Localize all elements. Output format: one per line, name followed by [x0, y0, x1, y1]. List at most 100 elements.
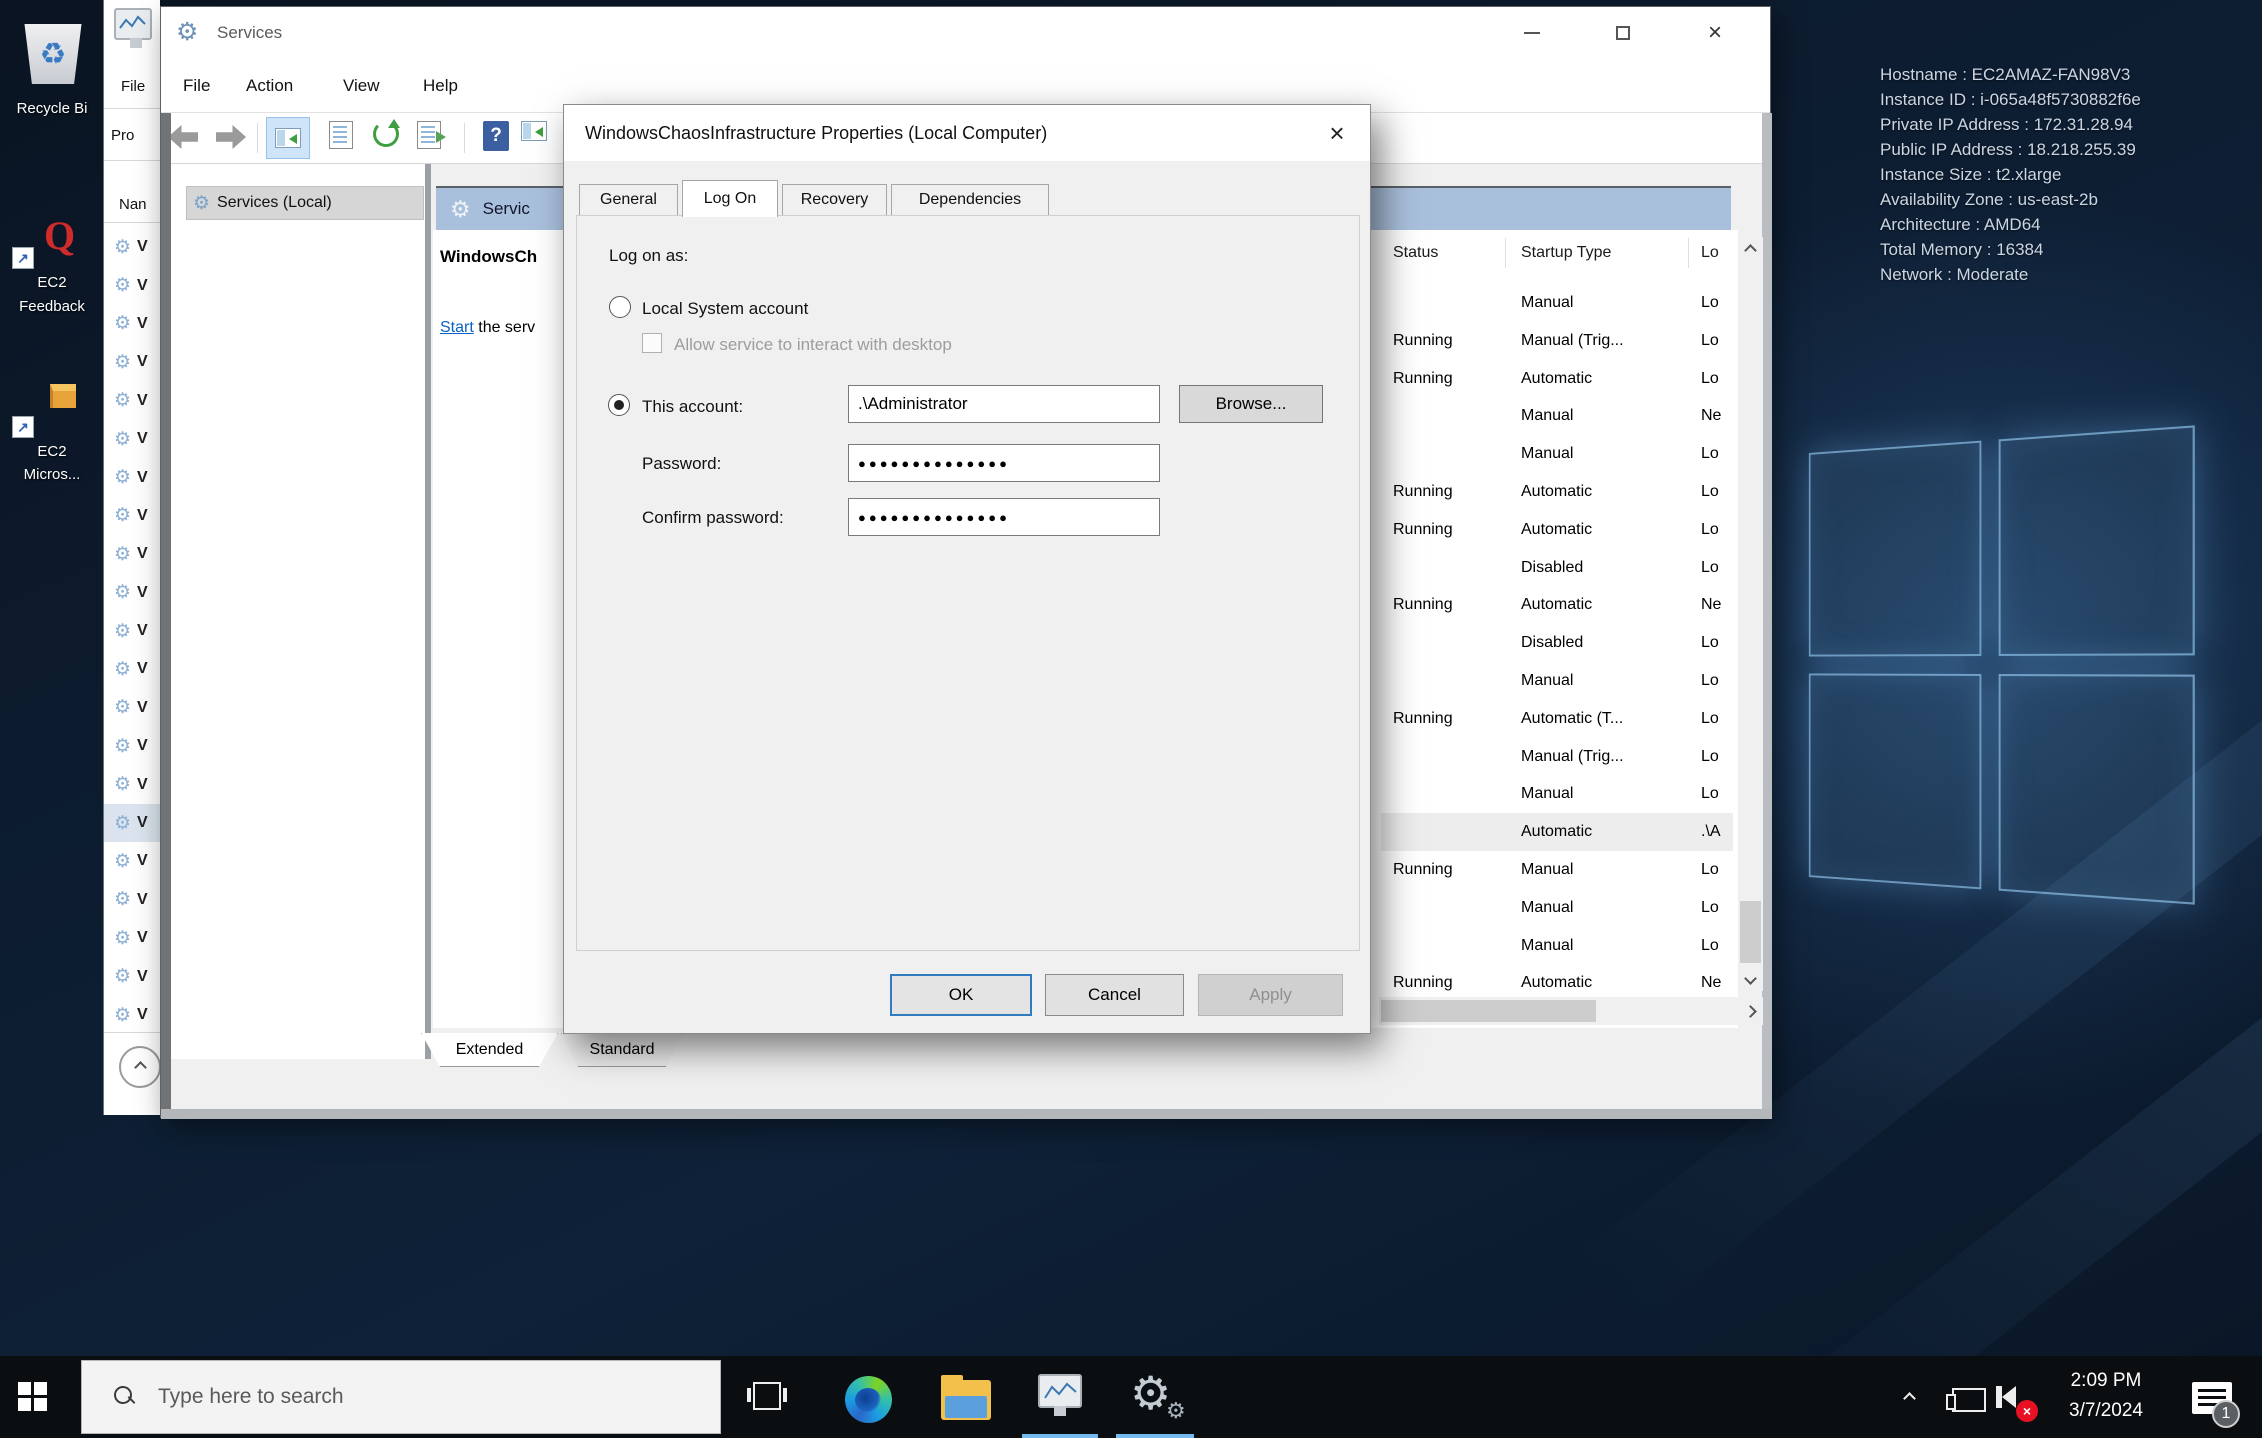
scroll-up-circle-button[interactable]: [119, 1046, 160, 1088]
taskbar-clock[interactable]: 2:09 PM 3/7/2024: [2050, 1366, 2162, 1426]
background-service-row[interactable]: ⚙V: [104, 919, 160, 957]
ok-button[interactable]: OK: [890, 974, 1032, 1016]
ec2-micro-label-1[interactable]: EC2: [0, 443, 104, 460]
background-service-row[interactable]: ⚙V: [104, 574, 160, 612]
horizontal-scroll-thumb[interactable]: [1381, 1000, 1596, 1022]
ec2-micro-label-2[interactable]: Micros...: [0, 466, 104, 483]
service-list-row[interactable]: RunningAutomaticNe: [1381, 586, 1733, 624]
service-list-row[interactable]: ManualLo: [1381, 927, 1733, 965]
column-header-logon[interactable]: Lo: [1701, 244, 1719, 262]
background-service-row[interactable]: ⚙V: [104, 343, 160, 381]
background-service-row[interactable]: ⚙V: [104, 996, 160, 1034]
dialog-titlebar[interactable]: WindowsChaosInfrastructure Properties (L…: [564, 105, 1370, 161]
this-account-label[interactable]: This account:: [642, 397, 743, 417]
background-service-row[interactable]: ⚙V: [104, 497, 160, 535]
scroll-up-arrow[interactable]: [1738, 237, 1763, 263]
background-service-row[interactable]: ⚙V: [104, 535, 160, 573]
service-list-row[interactable]: RunningManualLo: [1381, 851, 1733, 889]
interact-desktop-checkbox[interactable]: [642, 333, 662, 353]
dialog-close-button[interactable]: ×: [1314, 113, 1360, 153]
background-service-row[interactable]: ⚙V: [104, 305, 160, 343]
service-list-row[interactable]: Automatic.\A: [1381, 813, 1733, 851]
service-list-row[interactable]: ManualLo: [1381, 662, 1733, 700]
dialog-tab-dependencies[interactable]: Dependencies: [891, 184, 1049, 216]
background-service-row[interactable]: ⚙V: [104, 266, 160, 304]
dialog-tab-general[interactable]: General: [579, 184, 678, 216]
service-list-row[interactable]: RunningAutomaticLo: [1381, 360, 1733, 398]
vertical-scroll-thumb[interactable]: [1740, 901, 1761, 963]
column-header-startup-type[interactable]: Startup Type: [1521, 244, 1611, 262]
refresh-button[interactable]: [373, 121, 399, 147]
background-service-row[interactable]: ⚙V: [104, 689, 160, 727]
confirm-password-input[interactable]: ●●●●●●●●●●●●●●: [848, 498, 1160, 536]
column-header-status[interactable]: Status: [1393, 244, 1438, 262]
start-button[interactable]: [18, 1382, 48, 1412]
background-toolbar-text[interactable]: Pro: [111, 127, 134, 144]
network-icon[interactable]: [1952, 1388, 1986, 1412]
tree-item-services-local[interactable]: ⚙ Services (Local): [186, 186, 424, 220]
service-list-row[interactable]: RunningManual (Trig...Lo: [1381, 322, 1733, 360]
popup-window-button[interactable]: [521, 121, 547, 141]
background-service-row[interactable]: ⚙V: [104, 382, 160, 420]
browse-button[interactable]: Browse...: [1179, 385, 1323, 423]
background-service-row[interactable]: ⚙V: [104, 881, 160, 919]
background-service-row[interactable]: ⚙V: [104, 228, 160, 266]
local-system-radio[interactable]: [609, 296, 631, 318]
ec2-feedback-label-2[interactable]: Feedback: [0, 298, 104, 315]
background-service-row[interactable]: ⚙V: [104, 420, 160, 458]
horizontal-scrollbar[interactable]: [1379, 997, 1763, 1025]
vertical-scrollbar[interactable]: [1738, 237, 1763, 991]
service-list-row[interactable]: ManualNe: [1381, 397, 1733, 435]
task-view-button[interactable]: [753, 1382, 781, 1410]
taskbar-search[interactable]: Type here to search: [81, 1360, 721, 1434]
apply-button[interactable]: Apply: [1198, 974, 1343, 1016]
scroll-down-arrow[interactable]: [1738, 965, 1763, 991]
menu-file[interactable]: File: [183, 76, 210, 96]
background-service-row[interactable]: ⚙V: [104, 612, 160, 650]
show-hidden-icons-button[interactable]: [1905, 1390, 1914, 1408]
menu-help[interactable]: Help: [423, 76, 458, 96]
file-explorer-icon[interactable]: [941, 1380, 991, 1420]
menu-action[interactable]: Action: [246, 76, 293, 96]
edge-browser-icon[interactable]: [845, 1376, 892, 1423]
recycle-bin-icon[interactable]: ♻: [22, 24, 84, 84]
background-service-row[interactable]: ⚙V: [104, 458, 160, 496]
service-list-row[interactable]: ManualLo: [1381, 775, 1733, 813]
service-list-row[interactable]: DisabledLo: [1381, 549, 1733, 587]
service-list-row[interactable]: ManualLo: [1381, 889, 1733, 927]
recycle-bin-label[interactable]: Recycle Bi: [0, 100, 104, 117]
maximize-button[interactable]: [1590, 7, 1656, 59]
export-list-button[interactable]: [417, 121, 441, 149]
background-name-column[interactable]: Nan: [119, 196, 147, 213]
service-list-row[interactable]: RunningAutomaticLo: [1381, 473, 1733, 511]
background-service-row[interactable]: ⚙V: [104, 804, 160, 842]
volume-icon[interactable]: [2002, 1386, 2016, 1408]
menu-view[interactable]: View: [343, 76, 380, 96]
background-file-menu[interactable]: File: [121, 78, 145, 95]
service-list-row[interactable]: ManualLo: [1381, 284, 1733, 322]
properties-button[interactable]: [329, 121, 353, 149]
service-list-row[interactable]: Manual (Trig...Lo: [1381, 738, 1733, 776]
dialog-tab-recovery[interactable]: Recovery: [782, 184, 887, 216]
background-service-row[interactable]: ⚙V: [104, 842, 160, 880]
background-service-row[interactable]: ⚙V: [104, 727, 160, 765]
view-tab-standard[interactable]: Standard: [561, 1033, 683, 1067]
cancel-button[interactable]: Cancel: [1045, 974, 1184, 1016]
password-input[interactable]: ●●●●●●●●●●●●●●: [848, 444, 1160, 482]
local-system-label[interactable]: Local System account: [642, 299, 808, 319]
start-service-link[interactable]: Start: [440, 319, 474, 336]
back-button[interactable]: [168, 125, 198, 149]
service-list-row[interactable]: DisabledLo: [1381, 624, 1733, 662]
background-service-row[interactable]: ⚙V: [104, 765, 160, 803]
view-tab-extended[interactable]: Extended: [421, 1033, 558, 1067]
service-list-row[interactable]: RunningAutomatic (T...Lo: [1381, 700, 1733, 738]
close-button[interactable]: ×: [1682, 7, 1748, 59]
ec2-microservice-icon[interactable]: [50, 384, 76, 408]
background-service-row[interactable]: ⚙V: [104, 650, 160, 688]
minimize-button[interactable]: [1499, 7, 1565, 59]
dialog-tab-log-on[interactable]: Log On: [682, 180, 778, 217]
show-console-tree-button[interactable]: [266, 117, 310, 159]
account-input[interactable]: .\Administrator: [848, 385, 1160, 423]
performance-monitor-taskbar-icon[interactable]: [1038, 1374, 1082, 1408]
this-account-radio[interactable]: [608, 394, 630, 416]
